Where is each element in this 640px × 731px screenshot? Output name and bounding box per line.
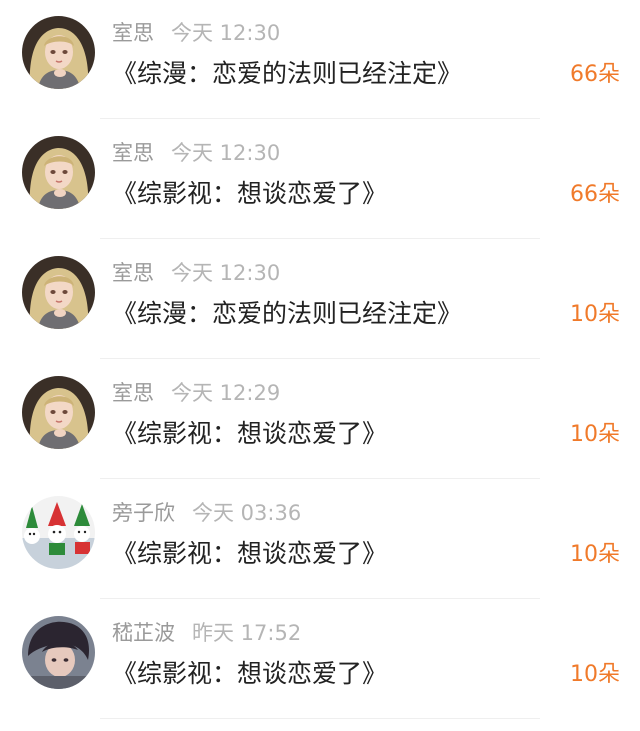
avatar-dark-hair-person-icon[interactable] xyxy=(22,616,95,689)
list-item[interactable]: 室思 今天 12:30 《综漫：恋爱的法则已经注定》 10朵 xyxy=(0,240,640,360)
timestamp: 今天 03:36 xyxy=(192,501,302,525)
timestamp: 昨天 17:52 xyxy=(192,621,302,645)
avatar-christmas-dolls-icon[interactable] xyxy=(22,496,95,569)
flower-count: 10朵 xyxy=(570,422,620,447)
user-name[interactable]: 室思 xyxy=(112,261,154,285)
item-meta: 嵇芷波 昨天 17:52 xyxy=(112,618,301,648)
avatar-anime-girl-icon[interactable] xyxy=(22,16,95,89)
list-item[interactable]: 室思 今天 12:30 《综影视：想谈恋爱了》 66朵 xyxy=(0,120,640,240)
flower-count: 10朵 xyxy=(570,542,620,567)
divider xyxy=(100,718,540,719)
user-name[interactable]: 室思 xyxy=(112,141,154,165)
timestamp: 今天 12:29 xyxy=(171,381,281,405)
divider xyxy=(100,118,540,119)
gift-record-list: 室思 今天 12:30 《综漫：恋爱的法则已经注定》 66朵 室思 今天 12:30… xyxy=(0,0,640,731)
book-title[interactable]: 《综漫：恋爱的法则已经注定》 xyxy=(112,296,462,332)
flower-count: 66朵 xyxy=(570,62,620,87)
avatar-anime-girl-icon[interactable] xyxy=(22,256,95,329)
timestamp: 今天 12:30 xyxy=(171,21,281,45)
book-title[interactable]: 《综漫：恋爱的法则已经注定》 xyxy=(112,56,462,92)
divider xyxy=(100,598,540,599)
item-meta: 室思 今天 12:30 xyxy=(112,18,280,48)
user-name[interactable]: 室思 xyxy=(112,21,154,45)
book-title[interactable]: 《综影视：想谈恋爱了》 xyxy=(112,416,387,452)
divider xyxy=(100,238,540,239)
book-title[interactable]: 《综影视：想谈恋爱了》 xyxy=(112,656,387,692)
flower-count: 66朵 xyxy=(570,182,620,207)
item-meta: 室思 今天 12:30 xyxy=(112,258,280,288)
list-item[interactable]: 嵇芷波 昨天 17:52 《综影视：想谈恋爱了》 10朵 xyxy=(0,600,640,720)
book-title[interactable]: 《综影视：想谈恋爱了》 xyxy=(112,176,387,212)
book-title[interactable]: 《综影视：想谈恋爱了》 xyxy=(112,536,387,572)
user-name[interactable]: 室思 xyxy=(112,381,154,405)
flower-count: 10朵 xyxy=(570,302,620,327)
timestamp: 今天 12:30 xyxy=(171,141,281,165)
avatar-anime-girl-icon[interactable] xyxy=(22,376,95,449)
divider xyxy=(100,478,540,479)
list-item[interactable]: 旁子欣 今天 03:36 《综影视：想谈恋爱了》 10朵 xyxy=(0,480,640,600)
user-name[interactable]: 嵇芷波 xyxy=(112,621,175,645)
list-item[interactable]: 室思 今天 12:29 《综影视：想谈恋爱了》 10朵 xyxy=(0,360,640,480)
list-item[interactable]: 室思 今天 12:30 《综漫：恋爱的法则已经注定》 66朵 xyxy=(0,0,640,120)
item-meta: 旁子欣 今天 03:36 xyxy=(112,498,301,528)
flower-count: 10朵 xyxy=(570,662,620,687)
divider xyxy=(100,358,540,359)
timestamp: 今天 12:30 xyxy=(171,261,281,285)
user-name[interactable]: 旁子欣 xyxy=(112,501,175,525)
item-meta: 室思 今天 12:30 xyxy=(112,138,280,168)
item-meta: 室思 今天 12:29 xyxy=(112,378,280,408)
avatar-anime-girl-icon[interactable] xyxy=(22,136,95,209)
